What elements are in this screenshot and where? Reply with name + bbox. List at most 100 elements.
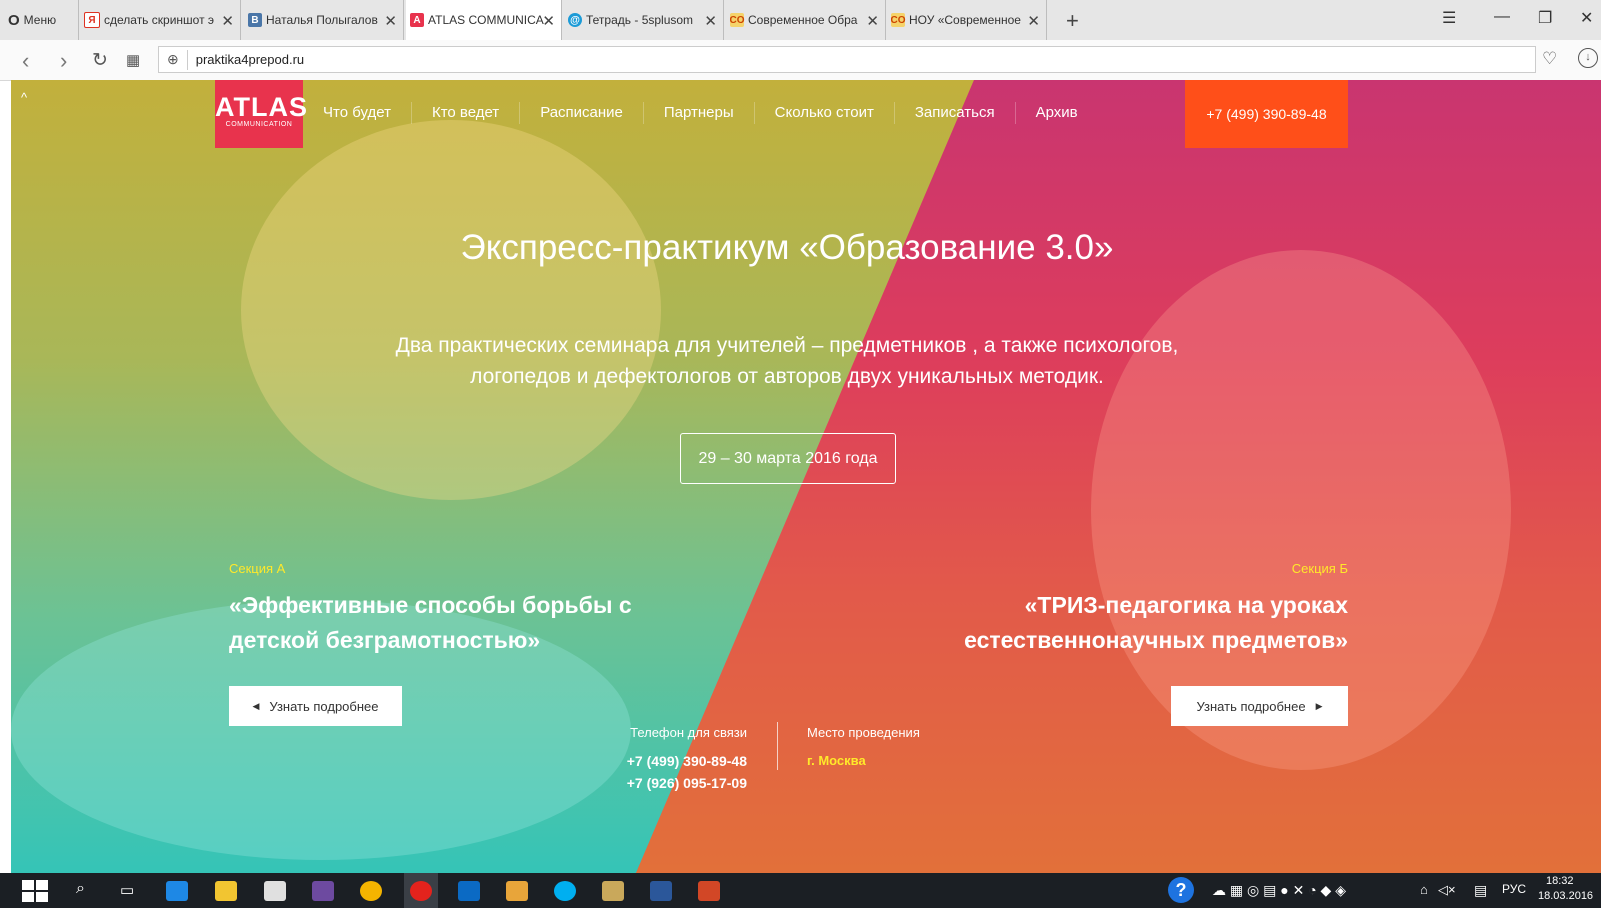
section-a-label: Секция А (229, 561, 286, 576)
main-nav: Что будет Кто ведет Расписание Партнеры … (311, 102, 1098, 124)
browser-tab-bar: O Меню Я сделать скриншот э ✕ В Наталья … (0, 0, 1601, 40)
clock-time[interactable]: 18:32 (1546, 875, 1574, 887)
opera-menu-button[interactable]: O Меню (8, 0, 79, 40)
volume-icon[interactable]: ◁× (1438, 882, 1456, 898)
vk-icon: В (248, 13, 262, 27)
logo-sub-text: COMMUNICATION (225, 121, 293, 128)
atlas-logo[interactable]: ATLAS COMMUNICATION (215, 80, 307, 148)
input-language[interactable]: РУС (1502, 882, 1526, 896)
event-dates-badge: 29 – 30 марта 2016 года (680, 433, 896, 484)
nav-partners[interactable]: Партнеры (644, 102, 755, 124)
opera-icon[interactable] (410, 881, 432, 901)
app-icon-2[interactable] (602, 881, 624, 901)
contact-phone-1[interactable]: +7 (499) 390-89-48 (571, 753, 747, 769)
opera-logo-icon: O (8, 11, 20, 29)
task-view-icon[interactable]: ▭ (120, 881, 134, 899)
nav-archive[interactable]: Архив (1016, 102, 1098, 124)
close-tab-icon[interactable]: ✕ (384, 12, 397, 30)
address-bar: ‹ › ↻ ▦ ⊕ praktika4prepod.ru ♡ ↓ (0, 40, 1601, 81)
powerpoint-icon[interactable] (698, 881, 720, 901)
section-a-more-label: Узнать подробнее (269, 698, 379, 714)
skype-icon[interactable] (554, 881, 576, 901)
windows-start-icon[interactable] (22, 880, 48, 902)
windows-taskbar: ⌕ ▭ ? ☁ ▦ ◎ ▤ ● ✕ ◔ ◆ ◈ ⌂ ◁× ▤ РУС 18:32… (0, 873, 1601, 908)
close-tab-icon[interactable]: ✕ (542, 12, 555, 30)
notifications-icon[interactable]: ▤ (1474, 882, 1487, 899)
search-icon[interactable]: ⌕ (76, 880, 85, 898)
atlas-icon: A (410, 13, 424, 27)
section-a-more-button[interactable]: ◀ Узнать подробнее (229, 686, 402, 726)
globe-icon: ⊕ (167, 51, 179, 67)
section-b-title-line-1: «ТРИЗ-педагогика на уроках (1024, 592, 1348, 618)
section-a-title: «Эффективные способы борьбы с детской бе… (229, 588, 632, 658)
tray-icons[interactable]: ☁ ▦ ◎ ▤ ● ✕ ◔ ◆ ◈ (1212, 882, 1346, 899)
subtitle-line-1: Два практических семинара для учителей –… (395, 334, 1179, 357)
close-window-icon[interactable]: ✕ (1580, 8, 1593, 28)
hero-section: ^ ATLAS COMMUNICATION Что будет Кто веде… (11, 80, 1601, 873)
store-icon[interactable] (264, 881, 286, 901)
tab-title: ATLAS COMMUNICA (428, 13, 544, 27)
restore-icon[interactable]: ❐ (1538, 8, 1552, 28)
close-tab-icon[interactable]: ✕ (866, 12, 879, 30)
app-icon[interactable] (312, 881, 334, 901)
page-title: Экспресс-практикум «Образование 3.0» (460, 228, 1114, 267)
contact-phone-2[interactable]: +7 (926) 095-17-09 (571, 775, 747, 791)
close-tab-icon[interactable]: ✕ (221, 12, 234, 30)
nav-schedule[interactable]: Расписание (520, 102, 644, 124)
forward-icon[interactable]: › (60, 48, 67, 74)
section-a-title-line-1: «Эффективные способы борьбы с (229, 592, 632, 618)
tab-sovremennoe[interactable]: CO Современное Обра ✕ (730, 0, 886, 40)
tab-title: Тетрадь - 5splusom (586, 13, 694, 27)
nav-what[interactable]: Что будет (311, 102, 412, 124)
tab-vk[interactable]: В Наталья Полыгалов ✕ (248, 0, 404, 40)
tab-title: Наталья Полыгалов (266, 13, 378, 27)
paint-icon[interactable] (506, 881, 528, 901)
tab-title: сделать скриншот э (104, 13, 215, 27)
back-icon[interactable]: ‹ (22, 48, 29, 74)
bookmark-heart-icon[interactable]: ♡ (1542, 49, 1557, 69)
clock-date[interactable]: 18.03.2016 (1538, 890, 1593, 902)
scroll-up-icon[interactable]: ^ (21, 90, 27, 105)
contact-phone-label: Телефон для связи (630, 725, 747, 740)
section-b-title: «ТРИЗ-педагогика на уроках естественнона… (848, 588, 1348, 658)
close-tab-icon[interactable]: ✕ (1027, 12, 1040, 30)
nav-who[interactable]: Кто ведет (412, 102, 521, 124)
new-tab-icon[interactable]: + (1066, 8, 1079, 34)
url-field[interactable]: ⊕ praktika4prepod.ru (158, 46, 1536, 73)
word-icon[interactable] (650, 881, 672, 901)
contact-divider (777, 722, 778, 770)
download-icon[interactable]: ↓ (1578, 48, 1598, 68)
url-text[interactable]: praktika4prepod.ru (196, 52, 304, 67)
page-subtitle: Два практических семинара для учителей –… (11, 330, 1563, 392)
help-icon[interactable]: ? (1168, 877, 1194, 903)
tab-title: Современное Обра (748, 13, 858, 27)
file-explorer-icon[interactable] (215, 881, 237, 901)
tab-title: НОУ «Современное (909, 13, 1021, 27)
venue-city: г. Москва (807, 753, 866, 768)
outlook-icon[interactable] (458, 881, 480, 901)
chrome-icon[interactable] (360, 881, 382, 901)
edge-icon[interactable] (166, 881, 188, 901)
speed-dial-icon[interactable]: ▦ (126, 51, 140, 69)
tab-nou[interactable]: CO НОУ «Современное ✕ (891, 0, 1047, 40)
section-b-title-line-2: естественнонаучных предметов» (964, 627, 1348, 653)
close-tab-icon[interactable]: ✕ (704, 12, 717, 30)
header-phone-button[interactable]: +7 (499) 390-89-48 (1185, 80, 1348, 148)
subtitle-line-2: логопедов и дефектологов от авторов двух… (470, 365, 1104, 388)
tab-menu-icon[interactable]: ☰ (1442, 8, 1456, 28)
tab-atlas[interactable]: A ATLAS COMMUNICA ✕ (406, 0, 562, 40)
minimize-icon[interactable]: — (1494, 8, 1510, 26)
co-icon: CO (891, 13, 906, 27)
section-a-title-line-2: детской безграмотностью» (229, 627, 541, 653)
tab-tetrad[interactable]: @ Тетрадь - 5splusom ✕ (568, 0, 724, 40)
network-icon[interactable]: ⌂ (1420, 882, 1428, 897)
reload-icon[interactable]: ↻ (92, 49, 108, 72)
nav-price[interactable]: Сколько стоит (755, 102, 895, 124)
section-b-more-label: Узнать подробнее (1196, 698, 1306, 714)
co-icon: CO (730, 13, 745, 27)
tab-screenshot[interactable]: Я сделать скриншот э ✕ (84, 0, 241, 40)
section-b-more-button[interactable]: Узнать подробнее ▶ (1171, 686, 1348, 726)
venue-label: Место проведения (807, 725, 920, 740)
nav-signup[interactable]: Записаться (895, 102, 1016, 124)
girl-photo-shape (241, 120, 661, 500)
